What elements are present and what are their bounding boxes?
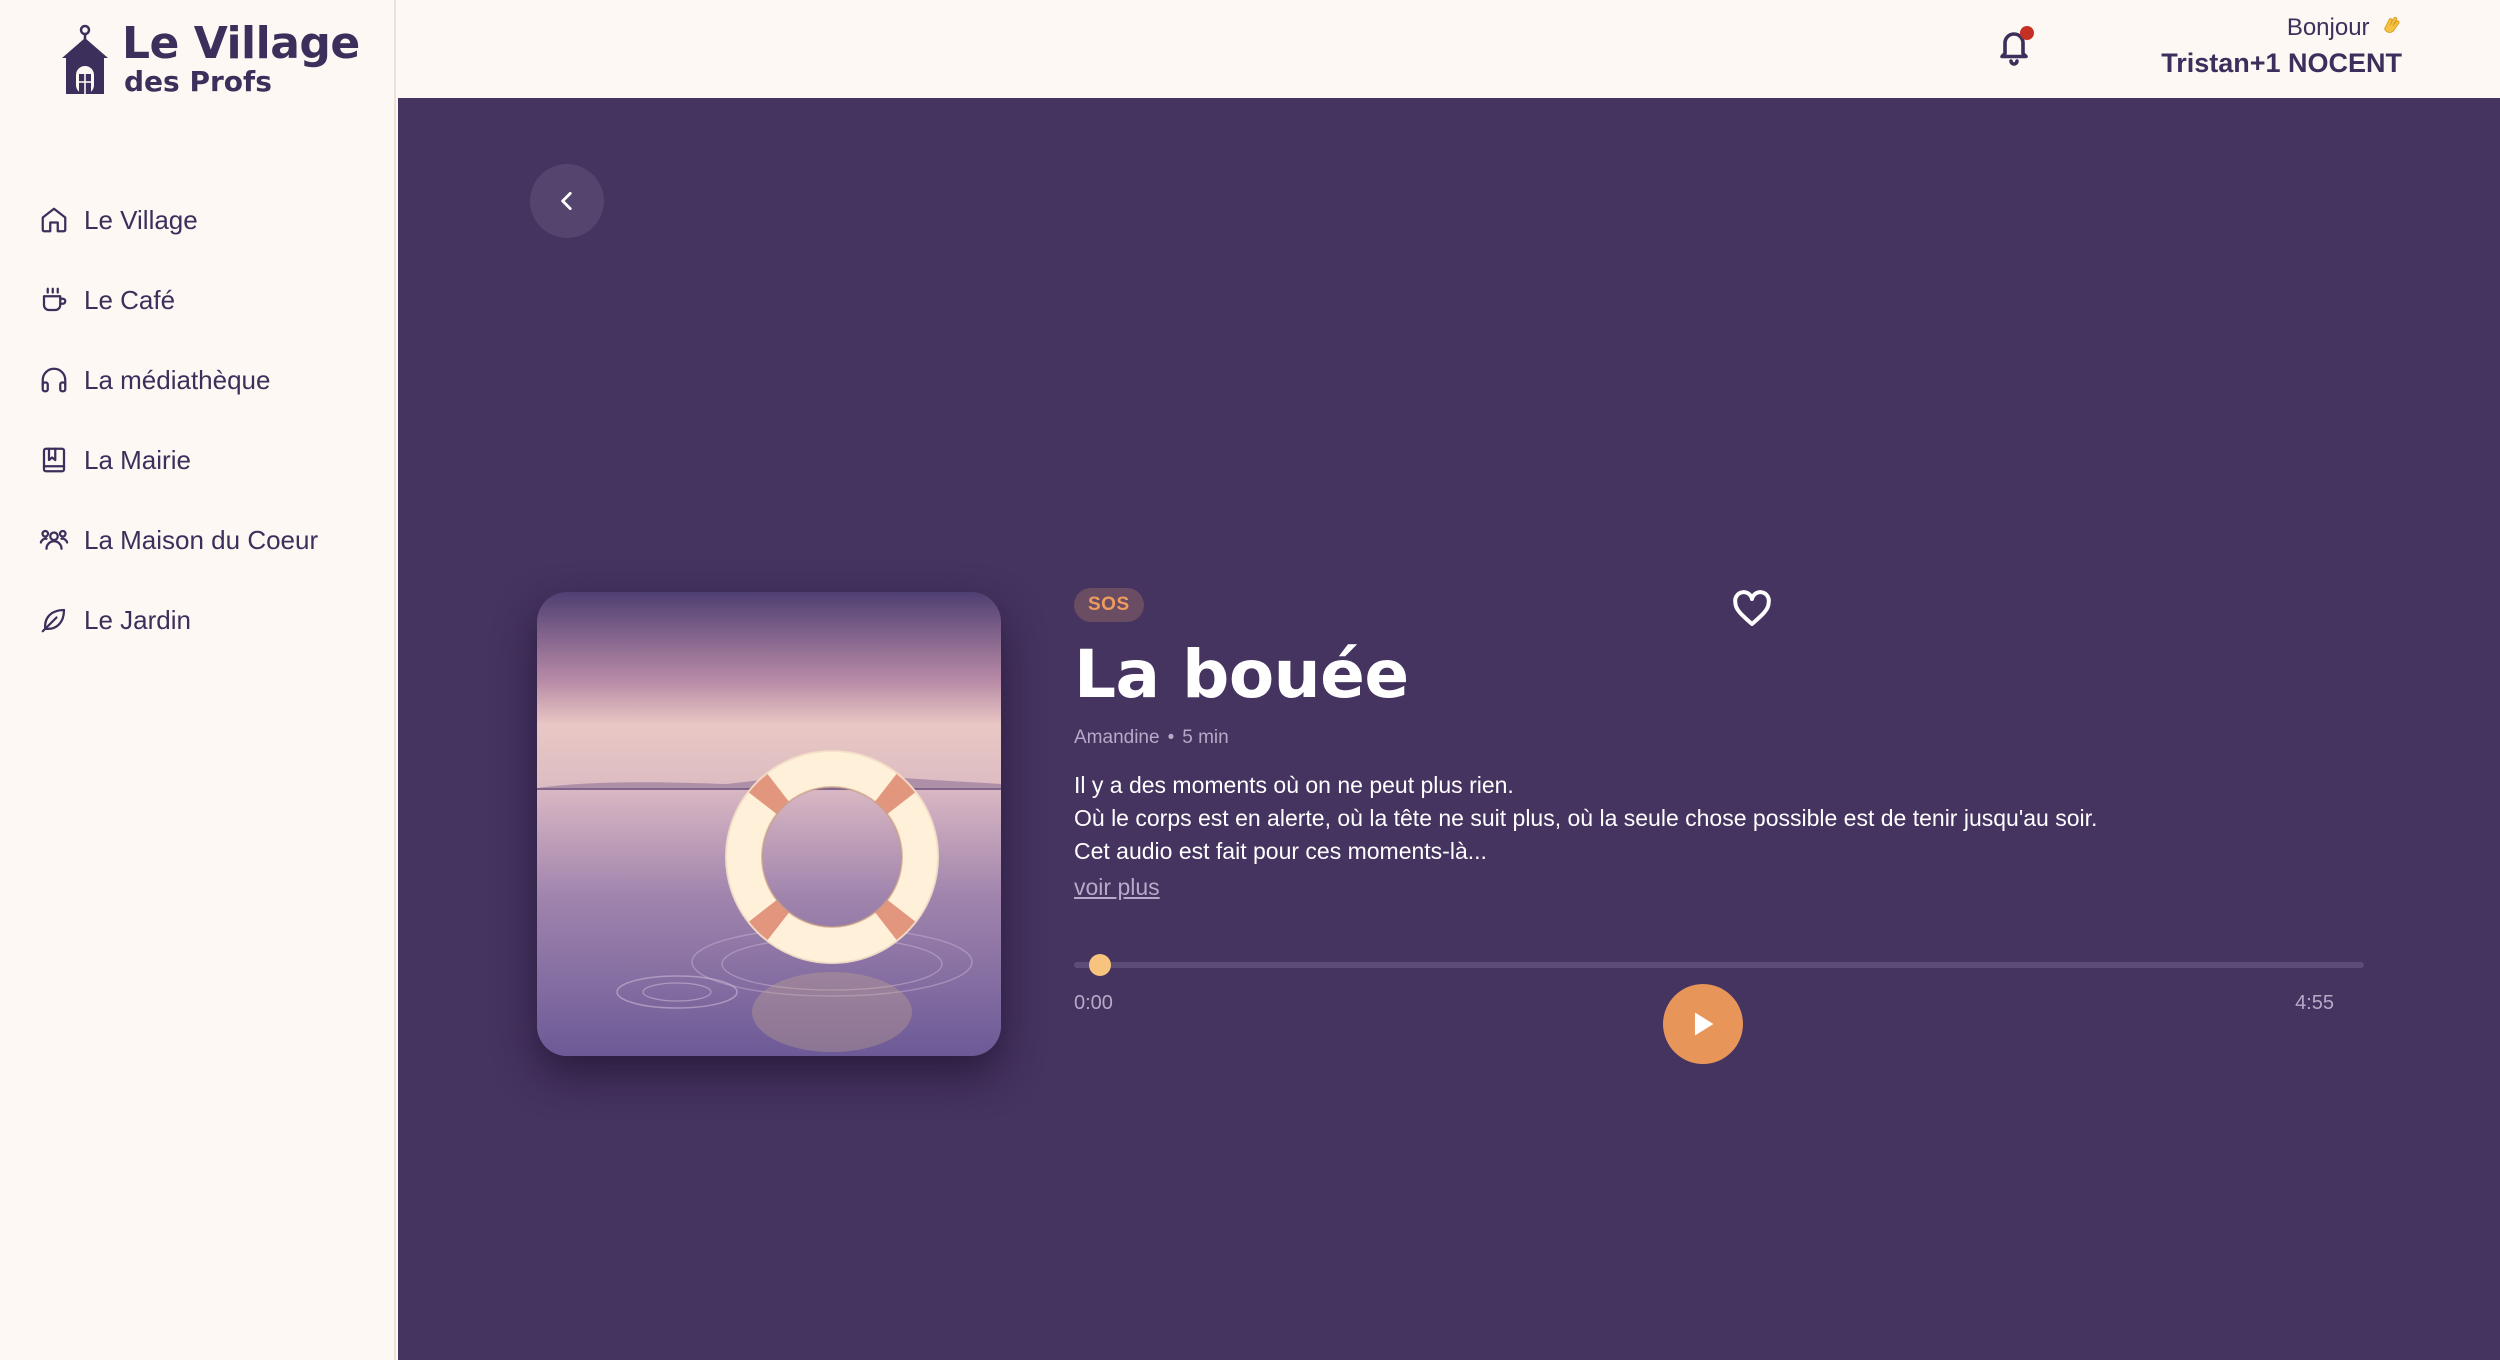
description-line: Il y a des moments où on ne peut plus ri… — [1074, 772, 1514, 798]
sidebar-item-label: Le Jardin — [84, 604, 191, 635]
sidebar: Le Village des Profs Le Village Le Café … — [0, 0, 396, 1360]
description-line: Cet audio est fait pour ces moments-là..… — [1074, 838, 1487, 864]
sidebar-item-label: La Mairie — [84, 444, 191, 475]
sidebar-item-label: La médiathèque — [84, 364, 271, 395]
play-button[interactable] — [1663, 984, 1743, 1064]
see-more-link[interactable]: voir plus — [1074, 874, 1160, 901]
sidebar-item-label: Le Café — [84, 284, 176, 315]
user-greeting[interactable]: Bonjour Tristan+1 NOCENT — [2161, 14, 2402, 79]
audio-description: Il y a des moments où on ne peut plus ri… — [1074, 769, 2414, 868]
audio-author: Amandine — [1074, 727, 1160, 748]
users-icon — [38, 524, 70, 556]
meta-separator: • — [1167, 727, 1175, 748]
house-logo-icon — [62, 24, 108, 94]
sidebar-item-le-jardin[interactable]: Le Jardin — [38, 580, 318, 660]
sidebar-item-le-cafe[interactable]: Le Café — [38, 260, 318, 340]
category-badge: SOS — [1074, 588, 1144, 622]
notification-dot — [2020, 26, 2034, 40]
coffee-cup-icon — [38, 284, 70, 316]
logo-title: Le Village — [122, 18, 360, 69]
audio-meta: Amandine • 5 min — [1074, 727, 2414, 749]
play-icon — [1694, 1012, 1714, 1036]
user-name: Tristan+1 NOCENT — [2161, 48, 2402, 78]
notifications-button[interactable] — [1996, 26, 2036, 70]
logo-subtitle: des Profs — [124, 65, 272, 98]
sidebar-item-label: La Maison du Coeur — [84, 524, 319, 555]
heart-icon — [1733, 590, 1771, 626]
lifebuoy-illustration — [537, 592, 1001, 1056]
greeting-text: Bonjour — [2286, 14, 2370, 41]
book-icon — [38, 444, 70, 476]
leaf-icon — [38, 604, 70, 636]
audio-cover-image — [537, 592, 1001, 1056]
sidebar-item-la-mediatheque[interactable]: La médiathèque — [38, 340, 318, 420]
progress-handle[interactable] — [1089, 954, 1111, 976]
sidebar-item-label: Le Village — [84, 204, 198, 235]
headphones-icon — [38, 364, 70, 396]
sidebar-item-la-maison-du-coeur[interactable]: La Maison du Coeur — [38, 500, 318, 580]
sidebar-nav: Le Village Le Café La médiathèque La Mai… — [38, 180, 318, 660]
progress-track[interactable] — [1074, 962, 2364, 968]
audio-detail-panel: SOS La bouée Amandine • 5 min Il y a des m… — [398, 98, 2500, 1360]
back-button[interactable] — [530, 164, 604, 238]
total-time: 4:55 — [2295, 992, 2334, 1014]
current-time: 0:00 — [1074, 992, 1113, 1014]
description-line: Où le corps est en alerte, où la tête ne… — [1074, 805, 2098, 831]
audio-details: SOS La bouée Amandine • 5 min Il y a des m… — [1074, 588, 2414, 901]
home-icon — [38, 204, 70, 236]
top-bar: Bonjour Tristan+1 NOCENT — [396, 0, 2500, 98]
sidebar-item-le-village[interactable]: Le Village — [38, 180, 318, 260]
favorite-button[interactable] — [1732, 590, 1774, 630]
sidebar-item-la-mairie[interactable]: La Mairie — [38, 420, 318, 500]
chevron-left-icon — [561, 192, 572, 210]
app-logo[interactable]: Le Village des Profs — [60, 22, 360, 96]
audio-duration: 5 min — [1182, 727, 1229, 748]
audio-title: La bouée — [1074, 636, 1409, 713]
waving-hand-icon — [2384, 16, 2400, 33]
